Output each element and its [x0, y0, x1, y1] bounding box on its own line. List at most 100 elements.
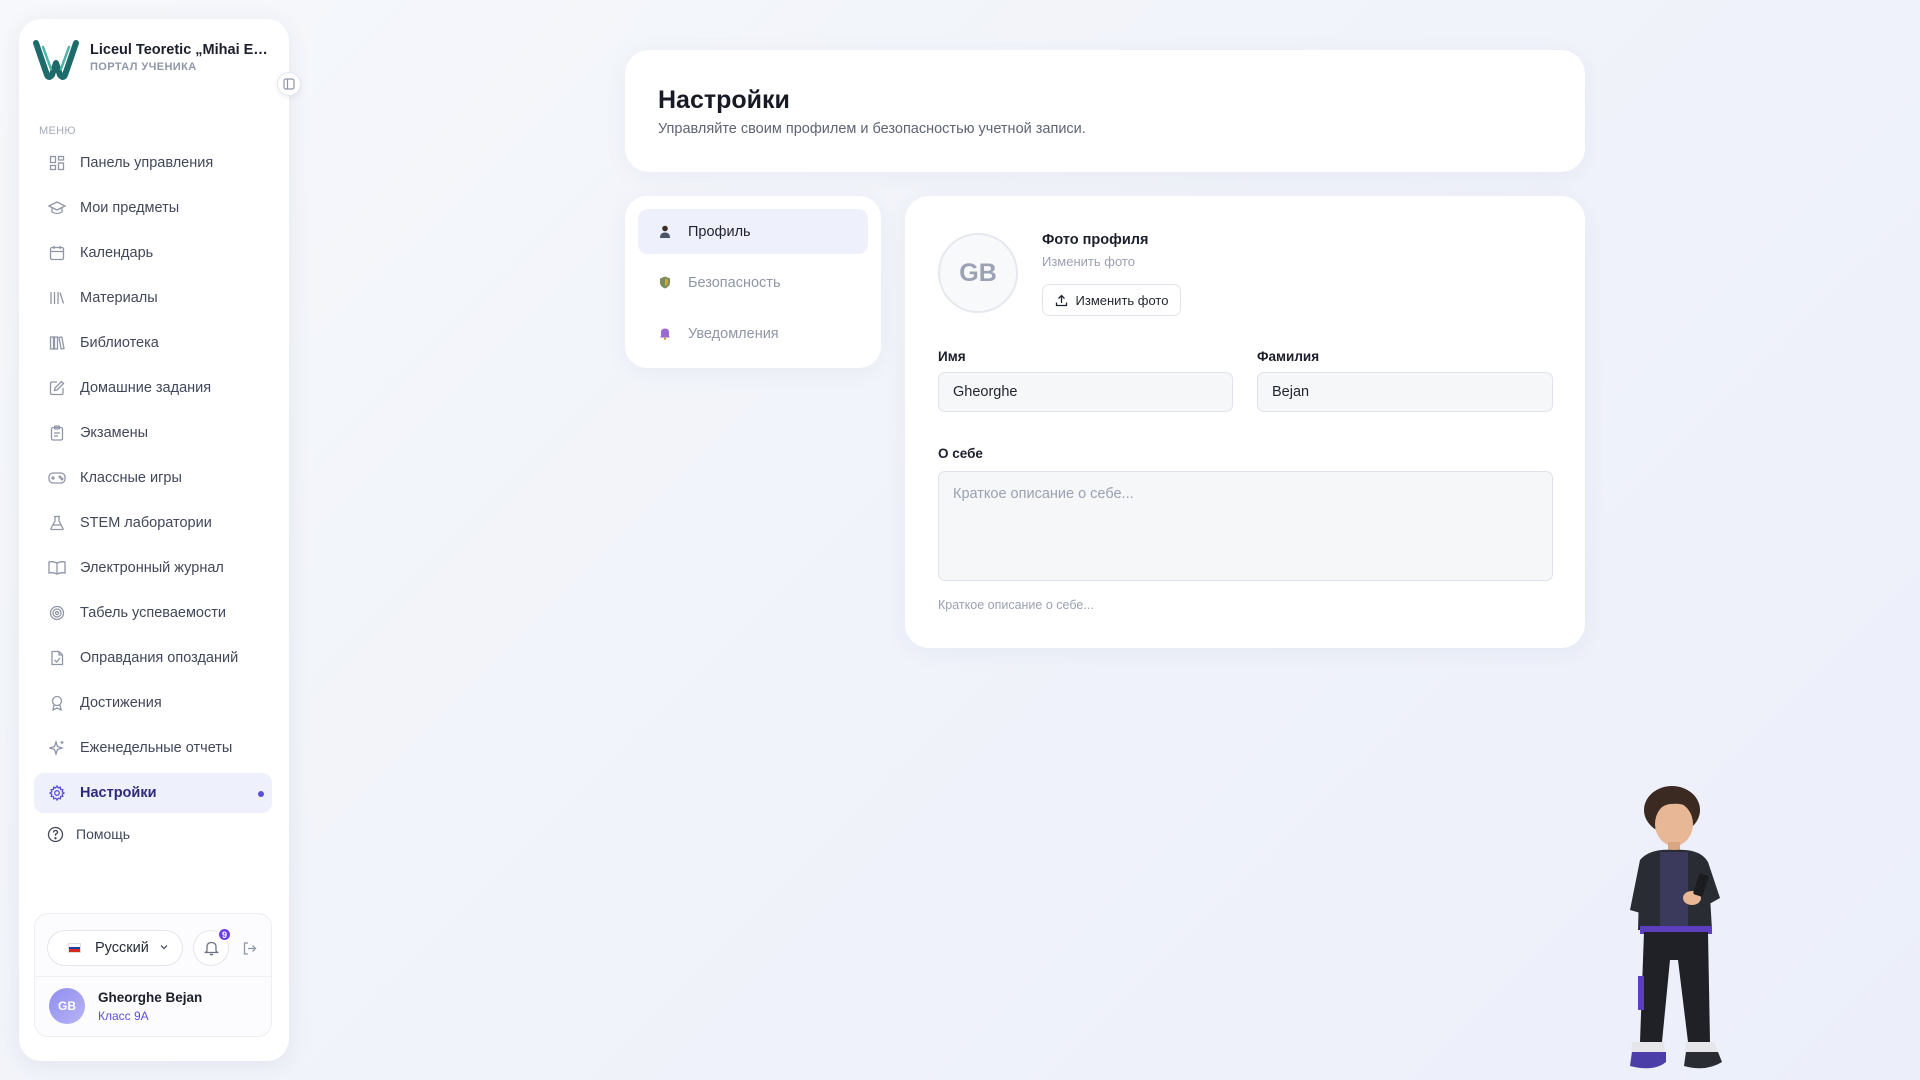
- sidebar-item-stem-labs[interactable]: STEM лаборатории: [34, 503, 272, 543]
- tab-label: Уведомления: [688, 325, 779, 342]
- logout-button[interactable]: [239, 938, 259, 958]
- page-subtitle: Управляйте своим профилем и безопасность…: [658, 121, 1086, 137]
- chevron-down-icon: [159, 940, 169, 956]
- user-class: Класс 9А: [98, 1009, 149, 1023]
- settings-tabs: Профиль Безопасность Уведомления: [625, 196, 881, 368]
- about-textarea[interactable]: Краткое описание о себе...: [938, 471, 1553, 581]
- avatar[interactable]: GB: [49, 988, 85, 1024]
- sidebar-item-label: Панель управления: [80, 155, 214, 171]
- last-name-label: Фамилия: [1257, 349, 1320, 364]
- open-book-icon: [48, 559, 66, 577]
- photo-subtitle: Изменить фото: [1042, 254, 1135, 269]
- tab-security[interactable]: Безопасность: [638, 260, 868, 305]
- sidebar-item-label: Материалы: [80, 290, 158, 306]
- sparkles-icon: [48, 739, 66, 757]
- profile-avatar[interactable]: GB: [938, 233, 1018, 313]
- upload-icon: [1055, 294, 1068, 307]
- divider: [35, 976, 271, 977]
- sidebar-item-label: Электронный журнал: [80, 560, 224, 576]
- gear-icon: [48, 784, 66, 802]
- notifications-button[interactable]: 9: [193, 927, 232, 966]
- russia-flag-icon: [68, 943, 81, 953]
- user-name: Gheorghe Bejan: [98, 990, 203, 1005]
- sidebar-item-label: Календарь: [80, 245, 154, 261]
- photo-title: Фото профиля: [1042, 232, 1149, 248]
- brand[interactable]: Liceul Teoretic „Mihai Emi... ПОРТАЛ УЧЕ…: [33, 37, 283, 81]
- graduation-cap-icon: [48, 199, 66, 217]
- sidebar: Liceul Teoretic „Mihai Emi... ПОРТАЛ УЧЕ…: [19, 19, 301, 1061]
- active-indicator-dot: [258, 791, 264, 797]
- flask-icon: [48, 514, 66, 532]
- user-panel: Русский 9 GB Gheorghe Bejan Класс 9А: [34, 913, 272, 1037]
- calendar-icon: [48, 244, 66, 262]
- page-header: Настройки Управляйте своим профилем и бе…: [625, 50, 1585, 172]
- award-icon: [48, 694, 66, 712]
- gamepad-icon: [48, 469, 66, 487]
- library-icon: [48, 289, 66, 307]
- sidebar-item-label: Достижения: [80, 695, 162, 711]
- sidebar-item-homework[interactable]: Домашние задания: [34, 368, 272, 408]
- sidebar-item-materials[interactable]: Материалы: [34, 278, 272, 318]
- sidebar-item-exams[interactable]: Экзамены: [34, 413, 272, 453]
- sidebar-item-label: Мои предметы: [80, 200, 180, 216]
- sidebar-item-achievements[interactable]: Достижения: [34, 683, 272, 723]
- last-name-field[interactable]: Bejan: [1257, 372, 1553, 412]
- about-hint: Краткое описание о себе...: [938, 598, 1094, 612]
- sidebar-item-label: Классные игры: [80, 470, 182, 486]
- sidebar-item-label: Еженедельные отчеты: [80, 740, 233, 756]
- sidebar-item-weekly-reports[interactable]: Еженедельные отчеты: [34, 728, 272, 768]
- student-character-illustration: [1630, 786, 1722, 1069]
- clipboard-icon: [48, 424, 66, 442]
- sidebar-item-label: Настройки: [80, 785, 157, 801]
- sidebar-item-games[interactable]: Классные игры: [34, 458, 272, 498]
- change-photo-button[interactable]: Изменить фото: [1042, 284, 1181, 316]
- page-title: Настройки: [658, 86, 790, 114]
- sidebar-item-dashboard[interactable]: Панель управления: [34, 143, 272, 183]
- sidebar-item-e-journal[interactable]: Электронный журнал: [34, 548, 272, 588]
- bell-icon: [203, 941, 219, 956]
- bell-icon: [658, 327, 672, 341]
- language-selector[interactable]: Русский: [47, 930, 183, 966]
- dashboard-icon: [48, 154, 66, 172]
- portal-label: ПОРТАЛ УЧЕНИКА: [90, 61, 197, 73]
- file-check-icon: [48, 649, 66, 667]
- shield-icon: [658, 276, 672, 290]
- books-icon: [48, 334, 66, 352]
- sidebar-item-subjects[interactable]: Мои предметы: [34, 188, 272, 228]
- about-label: О себе: [938, 446, 983, 461]
- sidebar-nav: Панель управления Мои предметы Календарь…: [34, 143, 272, 818]
- school-name: Liceul Teoretic „Mihai Emi...: [90, 42, 270, 58]
- sidebar-item-library[interactable]: Библиотека: [34, 323, 272, 363]
- school-logo-icon: [33, 40, 79, 80]
- logout-icon: [243, 941, 256, 955]
- language-label: Русский: [95, 940, 149, 956]
- tab-profile[interactable]: Профиль: [638, 209, 868, 254]
- tab-label: Профиль: [688, 223, 751, 240]
- notification-count-badge: 9: [217, 927, 232, 942]
- sidebar-item-label: Оправдания опозданий: [80, 650, 239, 666]
- change-photo-label: Изменить фото: [1075, 292, 1169, 308]
- target-icon: [48, 604, 66, 622]
- sidebar-toggle-icon: [283, 78, 295, 90]
- sidebar-item-label: Библиотека: [80, 335, 159, 351]
- sidebar-item-label: STEM лаборатории: [80, 515, 212, 531]
- tab-notifications[interactable]: Уведомления: [638, 311, 868, 356]
- edit-square-icon: [48, 379, 66, 397]
- first-name-field[interactable]: Gheorghe: [938, 372, 1233, 412]
- sidebar-item-label: Экзамены: [80, 425, 149, 441]
- sidebar-item-label: Домашние задания: [80, 380, 212, 396]
- person-icon: [658, 225, 672, 239]
- help-link[interactable]: Помощь: [46, 825, 130, 843]
- help-circle-icon: [46, 825, 64, 843]
- sidebar-item-late-excuses[interactable]: Оправдания опозданий: [34, 638, 272, 678]
- sidebar-item-settings[interactable]: Настройки: [34, 773, 272, 813]
- sidebar-item-label: Табель успеваемости: [80, 605, 226, 621]
- help-label: Помощь: [76, 826, 131, 842]
- first-name-label: Имя: [938, 349, 966, 364]
- collapse-sidebar-button[interactable]: [277, 72, 301, 96]
- profile-form: GB Фото профиля Изменить фото Изменить ф…: [905, 196, 1585, 648]
- tab-label: Безопасность: [688, 274, 781, 291]
- sidebar-item-report-card[interactable]: Табель успеваемости: [34, 593, 272, 633]
- menu-section-label: МЕНЮ: [39, 125, 76, 137]
- sidebar-item-calendar[interactable]: Календарь: [34, 233, 272, 273]
